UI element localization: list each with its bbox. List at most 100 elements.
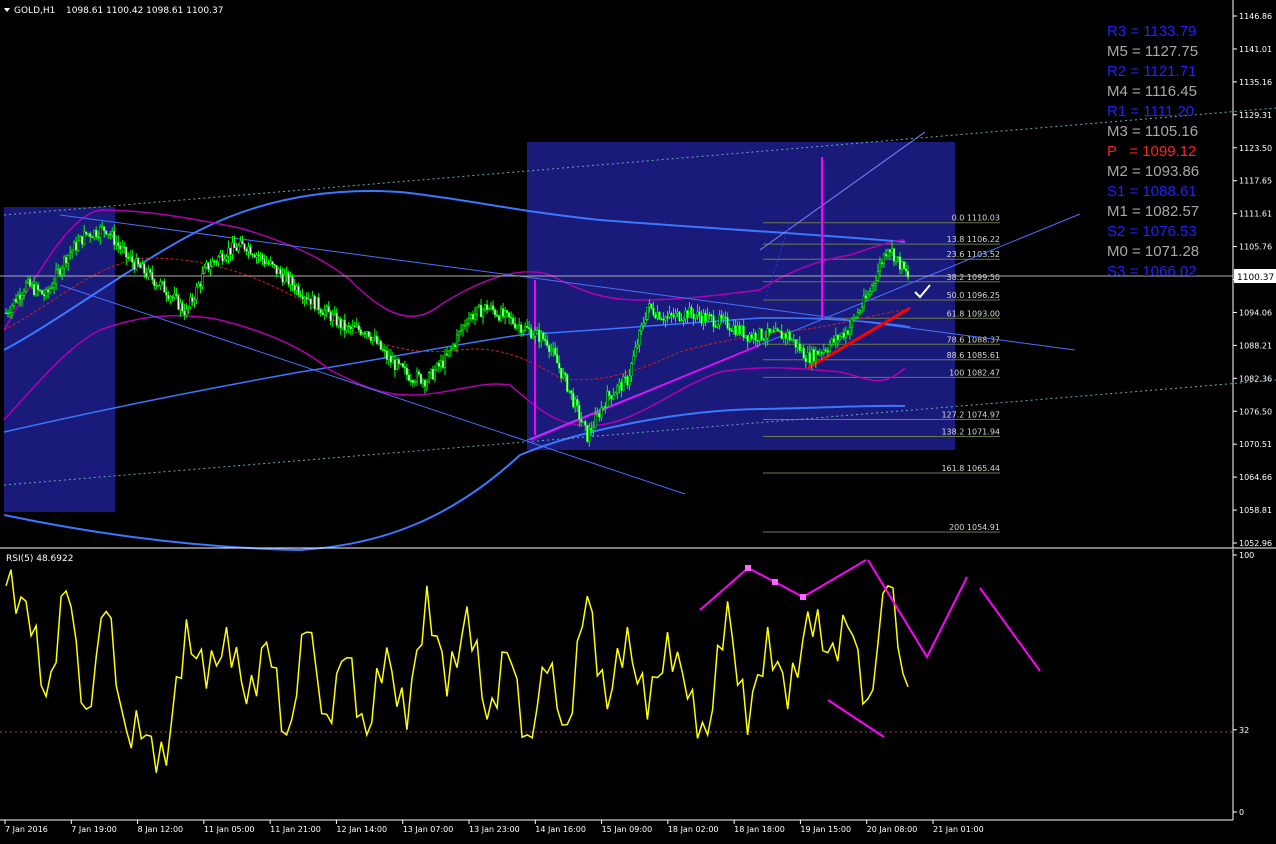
- candle-body: [461, 324, 465, 331]
- candle-body: [670, 312, 673, 316]
- candle-body: [558, 362, 561, 369]
- candle-body: [30, 283, 34, 287]
- candle-body: [389, 355, 392, 363]
- candle-body: [46, 289, 50, 293]
- candle-body: [652, 307, 655, 316]
- candle-body: [217, 256, 220, 263]
- candle-body: [301, 295, 304, 300]
- candle-body: [309, 298, 312, 305]
- candle-body: [337, 318, 340, 326]
- candle-body: [325, 306, 328, 311]
- candle-body: [131, 256, 134, 263]
- candle-body: [255, 254, 258, 258]
- candle-body: [636, 344, 639, 348]
- candle-body: [173, 293, 176, 298]
- candle-body: [26, 278, 30, 283]
- candle-body: [888, 249, 892, 253]
- time-tick-label: 19 Jan 15:00: [800, 825, 851, 834]
- candle-body: [311, 295, 314, 305]
- candle-body: [63, 256, 66, 269]
- candle-body: [175, 293, 178, 296]
- time-tick-label: 12 Jan 14:00: [336, 825, 387, 834]
- candle-body: [784, 333, 787, 339]
- candle-body: [724, 316, 727, 319]
- candle-body: [315, 297, 318, 310]
- candle-body: [143, 263, 146, 274]
- candle-body: [187, 306, 190, 310]
- candle-body: [604, 406, 607, 408]
- candle-body: [419, 373, 423, 384]
- candle-body: [886, 249, 890, 257]
- candle-body: [71, 249, 74, 253]
- price-tick-label: 1105.76: [1239, 243, 1272, 252]
- candle-body: [818, 352, 821, 355]
- candle-body: [664, 316, 667, 321]
- candle-body: [788, 332, 791, 341]
- candle-body: [283, 274, 286, 283]
- candle-body: [203, 267, 206, 274]
- time-tick-label: 13 Jan 23:00: [469, 825, 520, 834]
- candle-body: [243, 243, 246, 250]
- time-axis[interactable]: 7 Jan 2016 7 Jan 19:00 8 Jan 12:00 11 Jan 0…: [4, 820, 984, 834]
- candle-body: [107, 233, 110, 236]
- candle-body: [906, 270, 910, 278]
- candle-body: [748, 334, 751, 342]
- candle-body: [453, 344, 457, 347]
- candle-body: [824, 349, 827, 352]
- candle-body: [137, 258, 140, 265]
- candle-body: [714, 326, 717, 328]
- candle-body: [295, 285, 298, 291]
- candle-body: [600, 407, 603, 418]
- candle-body: [828, 344, 831, 352]
- zone-rectangle-right[interactable]: [527, 142, 955, 450]
- candle-body: [766, 328, 769, 339]
- rsi-pane[interactable]: RSI(5) 48.6922 100 32 0: [0, 549, 1254, 820]
- candle-body: [882, 253, 886, 264]
- candle-body: [870, 285, 874, 292]
- pivot-level-label: P = 1099.12: [1107, 143, 1197, 160]
- candle-body: [872, 283, 876, 286]
- candle-body: [848, 326, 851, 335]
- candle-body: [133, 262, 136, 270]
- candle-body: [854, 316, 857, 319]
- candle-body: [67, 254, 70, 264]
- candle-body: [251, 253, 254, 256]
- candle-body: [85, 231, 88, 235]
- candle-body: [231, 242, 234, 255]
- time-tick-label: 7 Jan 2016: [5, 825, 48, 834]
- rsi-projection-down: [979, 587, 1041, 672]
- candle-body: [299, 294, 302, 297]
- price-chart[interactable]: 0.0 1110.0313.8 1106.2223.6 1103.5238.2 …: [0, 0, 1276, 840]
- candle-body: [666, 316, 669, 319]
- candle-body: [211, 260, 214, 267]
- candle-body: [451, 344, 455, 349]
- fib-level-label: 0.0 1110.03: [952, 214, 1000, 223]
- candle-body: [393, 359, 396, 371]
- candle-body: [357, 325, 360, 331]
- candle-body: [169, 296, 172, 300]
- candle-body: [435, 362, 439, 371]
- candle-body: [698, 311, 701, 317]
- candle-body: [896, 256, 900, 259]
- pivot-level-label: M0 = 1071.28: [1107, 243, 1200, 260]
- candle-body: [129, 256, 132, 258]
- candle-body: [333, 312, 336, 315]
- rsi-tick-label: 100: [1239, 551, 1254, 560]
- candle-body: [810, 349, 813, 364]
- chart-menu-triangle-icon[interactable]: [4, 8, 10, 12]
- candle-body: [702, 312, 705, 324]
- candle-body: [22, 291, 26, 296]
- candle-body: [548, 345, 551, 353]
- ohlc-label: 1098.61 1100.42 1098.61 1100.37: [66, 6, 223, 16]
- symbol-label: GOLD,H1: [14, 6, 55, 16]
- candle-body: [38, 289, 42, 292]
- candle-body: [259, 254, 262, 257]
- candle-body: [770, 330, 773, 333]
- candle-body: [355, 325, 358, 328]
- candle-body: [6, 312, 10, 315]
- candle-body: [423, 379, 427, 387]
- candle-body: [722, 316, 725, 320]
- candle-body: [201, 273, 204, 287]
- price-tick-label: 1141.01: [1239, 45, 1272, 54]
- candle-body: [61, 267, 64, 276]
